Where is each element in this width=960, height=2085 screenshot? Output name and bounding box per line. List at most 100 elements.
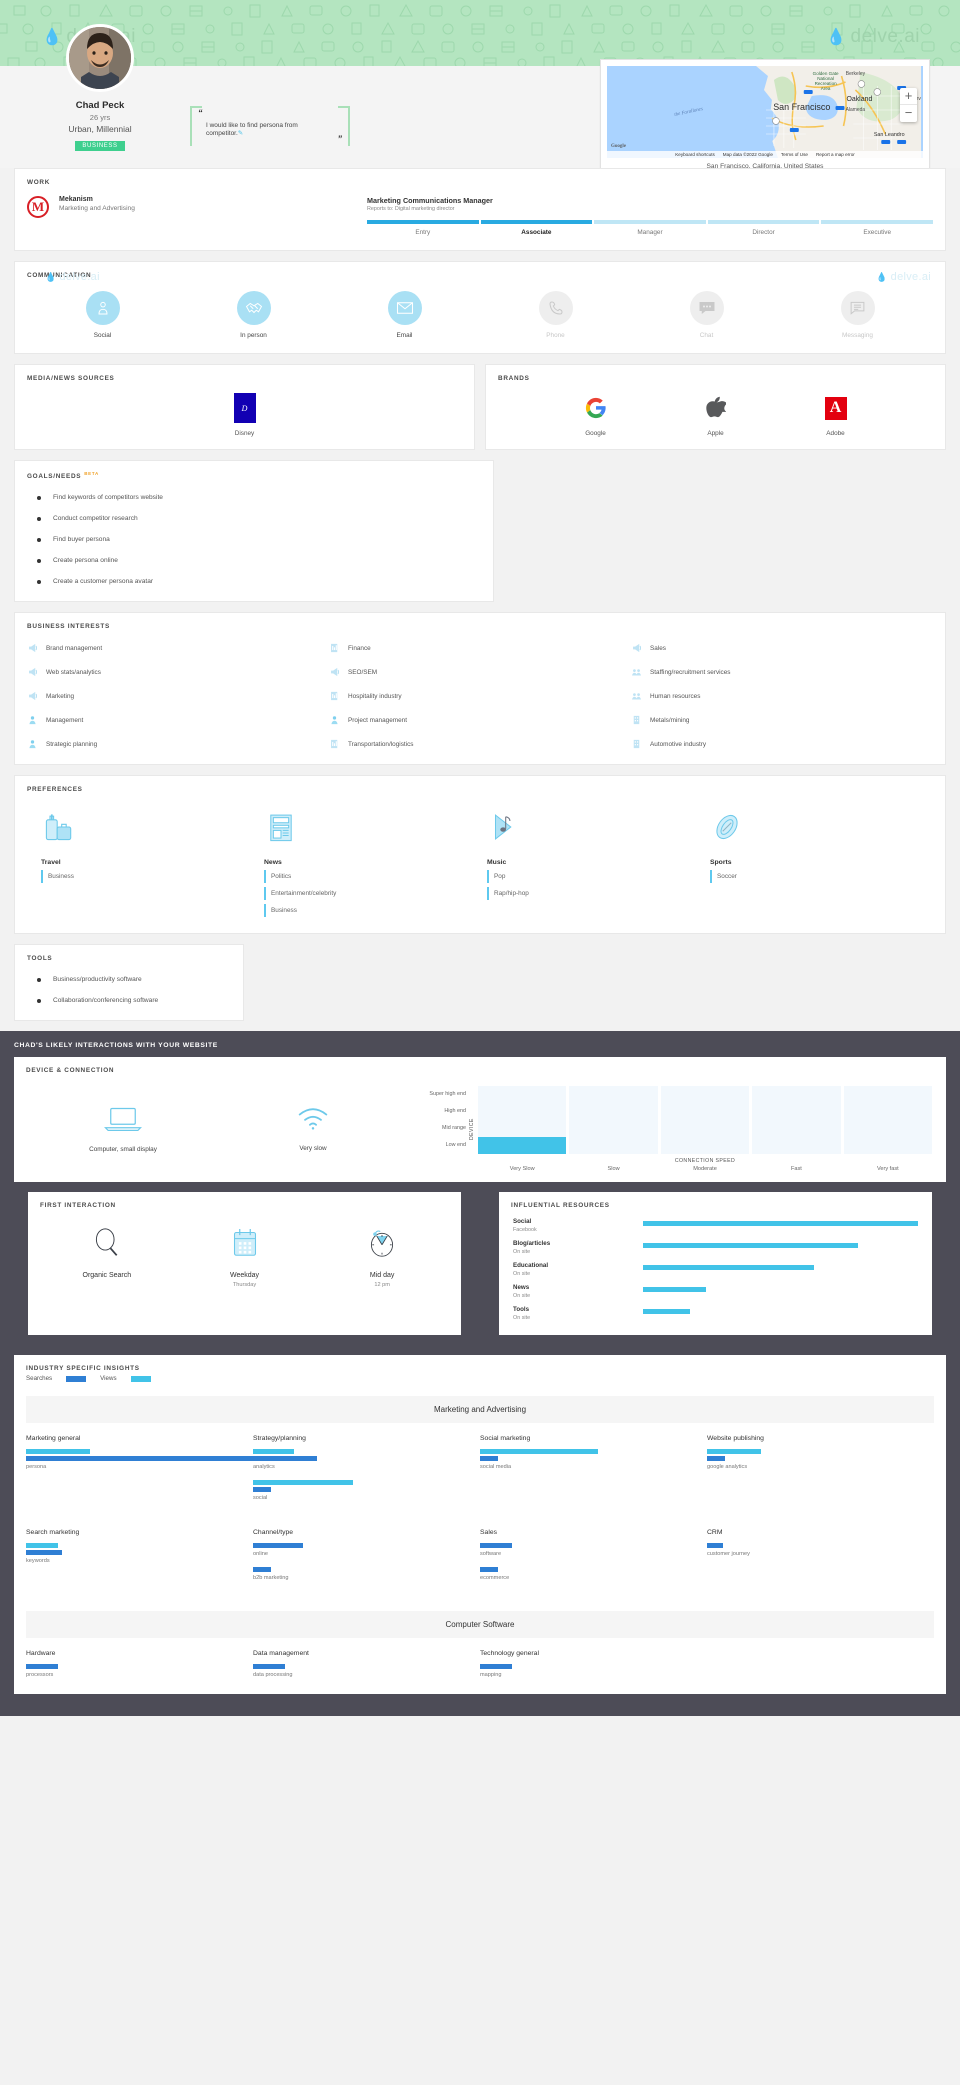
- map-attr-3[interactable]: Report a map error: [816, 152, 855, 157]
- isi-cat-technology-general: Technology general mapping: [480, 1650, 707, 1688]
- industry-grid-marketing-row2: Search marketing keywords Channel/type o…: [14, 1517, 946, 1597]
- bi-item-6: Marketing: [27, 690, 329, 702]
- isi-keyword: customer journey: [707, 1543, 934, 1557]
- heatmap-cell: [569, 1086, 657, 1103]
- heatmap-x-0: Very Slow: [478, 1164, 566, 1172]
- bi-item-13: Transportation/logistics: [329, 738, 631, 750]
- heatmap-cell: [844, 1137, 932, 1154]
- heatmap-cell: [844, 1103, 932, 1120]
- quote-close-mark: ”: [338, 134, 343, 144]
- edit-pencil-icon[interactable]: ✎: [238, 130, 243, 137]
- comm-label-chat: Chat: [631, 332, 782, 339]
- adobe-logo: A: [825, 397, 847, 420]
- svg-text:Area: Area: [821, 86, 831, 91]
- map-zoom-in-button[interactable]: +: [900, 88, 917, 105]
- goal-text-0: Find keywords of competitors website: [53, 494, 163, 501]
- isi-cat-strategy-planning: Strategy/planning analytics social: [253, 1435, 480, 1511]
- music-note-icon: [487, 805, 710, 845]
- tool-text-0: Business/productivity software: [53, 976, 142, 983]
- isi-bar-views: [253, 1449, 294, 1454]
- bullet-icon: [37, 559, 41, 563]
- heatmap-cell: [661, 1103, 749, 1120]
- inf-name-1: Blog/articles: [513, 1240, 643, 1247]
- profile-header: Chad Peck 26 yrs Urban, Millennial BUSIN…: [0, 66, 960, 168]
- isi-bar-searches: [707, 1543, 723, 1548]
- work-industry: Marketing and Advertising: [59, 205, 135, 212]
- business-interests-title: BUSINESS INTERESTS: [15, 613, 945, 630]
- work-company-block: M Mekanism Marketing and Advertising: [27, 196, 357, 236]
- tool-item: Collaboration/conferencing software: [15, 997, 243, 1004]
- quote-text: I would like to find persona from compet…: [206, 122, 298, 137]
- heatmap-cell: [752, 1103, 840, 1120]
- isi-bar-views: [26, 1449, 90, 1454]
- svg-text:Oakland: Oakland: [846, 96, 872, 103]
- heatmap-cell: [478, 1086, 566, 1103]
- bullet-icon: [37, 517, 41, 521]
- fi-item-midday: Mid day 12 pm: [313, 1223, 451, 1288]
- brand-item-adobe[interactable]: A Adobe: [806, 392, 866, 437]
- person-icon: [86, 291, 120, 325]
- map-zoom-out-button[interactable]: −: [900, 105, 917, 122]
- isi-keyword: data processing: [253, 1664, 480, 1678]
- fi-item-weekday: Weekday Thursday: [176, 1223, 314, 1288]
- ladder-bar-executive: [821, 220, 933, 224]
- isi-keyword: ecommerce: [480, 1567, 707, 1581]
- isi-bar-searches: [26, 1456, 253, 1461]
- bi-item-4: SEO/SEM: [329, 666, 631, 678]
- heatmap-cell: [478, 1120, 566, 1137]
- factory-icon: [631, 738, 642, 750]
- influential-title: INFLUENTIAL RESOURCES: [499, 1192, 932, 1209]
- goal-text-1: Conduct competitor research: [53, 515, 138, 522]
- bi-item-10: Project management: [329, 714, 631, 726]
- industry-insights-card: INDUSTRY SPECIFIC INSIGHTS Searches View…: [14, 1355, 946, 1694]
- media-item-disney[interactable]: D Disney: [215, 392, 275, 437]
- comm-item-in-person[interactable]: In person: [178, 291, 329, 339]
- comm-item-messaging[interactable]: Messaging: [782, 291, 933, 339]
- brand-item-apple[interactable]: Apple: [686, 392, 746, 437]
- persona-report-page: 💧 delve.ai 💧 delve.ai Chad Peck 2: [0, 0, 960, 1716]
- isi-cat-website-publishing: Website publishing google analytics: [707, 1435, 934, 1511]
- pref-item: Pop: [487, 870, 710, 883]
- industry-grid-marketing-row1: Marketing general persona Strategy/plann…: [14, 1423, 946, 1517]
- heatmap-cell: [752, 1120, 840, 1137]
- pref-item: Business: [41, 870, 264, 883]
- ladder-label-entry: Entry: [367, 229, 479, 236]
- heatmap-cell: [478, 1103, 566, 1120]
- inf-bar-1: [643, 1243, 858, 1248]
- fi-label-2: Mid day: [313, 1272, 451, 1279]
- person-badge-icon: [27, 738, 38, 750]
- comm-item-chat[interactable]: Chat: [631, 291, 782, 339]
- media-sources-card: MEDIA/NEWS SOURCES D Disney: [14, 364, 475, 450]
- influential-row: NewsOn site: [499, 1281, 932, 1303]
- heatmap-x-4: Very fast: [844, 1164, 932, 1172]
- inf-name-2: Educational: [513, 1262, 643, 1269]
- media-brands-row: MEDIA/NEWS SOURCES D Disney BRANDS: [14, 364, 946, 450]
- megaphone-icon: [27, 690, 38, 702]
- heatmap-cell: [661, 1086, 749, 1103]
- isi-cat-search-marketing: Search marketing keywords: [26, 1529, 253, 1591]
- brand-item-google[interactable]: Google: [566, 392, 626, 437]
- map-zoom-controls[interactable]: + −: [900, 88, 917, 122]
- isi-keyword: social: [253, 1480, 480, 1501]
- ladder-label-executive: Executive: [821, 229, 933, 236]
- comm-item-email[interactable]: Email: [329, 291, 480, 339]
- comm-item-social[interactable]: Social: [27, 291, 178, 339]
- mekanism-logo-icon: M: [27, 196, 49, 218]
- apple-logo: [706, 396, 726, 420]
- isi-keyword: b2b marketing: [253, 1567, 480, 1581]
- bullet-icon: [37, 978, 41, 982]
- isi-keyword: persona: [26, 1449, 253, 1470]
- influential-row: ToolsOn site: [499, 1303, 932, 1325]
- influential-row: Educational On site: [499, 1259, 932, 1281]
- map-attr-2[interactable]: Terms of Use: [781, 152, 808, 157]
- isi-keyword: software: [480, 1543, 707, 1557]
- envelope-icon: [388, 291, 422, 325]
- inf-sub-2: On site: [513, 1271, 643, 1277]
- factory-icon: [631, 714, 642, 726]
- map-image[interactable]: Golden Gate National Recreation Area San…: [607, 66, 923, 158]
- connection-speed-label: Very slow: [218, 1145, 408, 1152]
- isi-keyword: online: [253, 1543, 480, 1557]
- profile-segment: Urban, Millennial: [0, 124, 200, 134]
- map-attr-0[interactable]: Keyboard shortcuts: [675, 152, 715, 157]
- comm-item-phone[interactable]: Phone: [480, 291, 631, 339]
